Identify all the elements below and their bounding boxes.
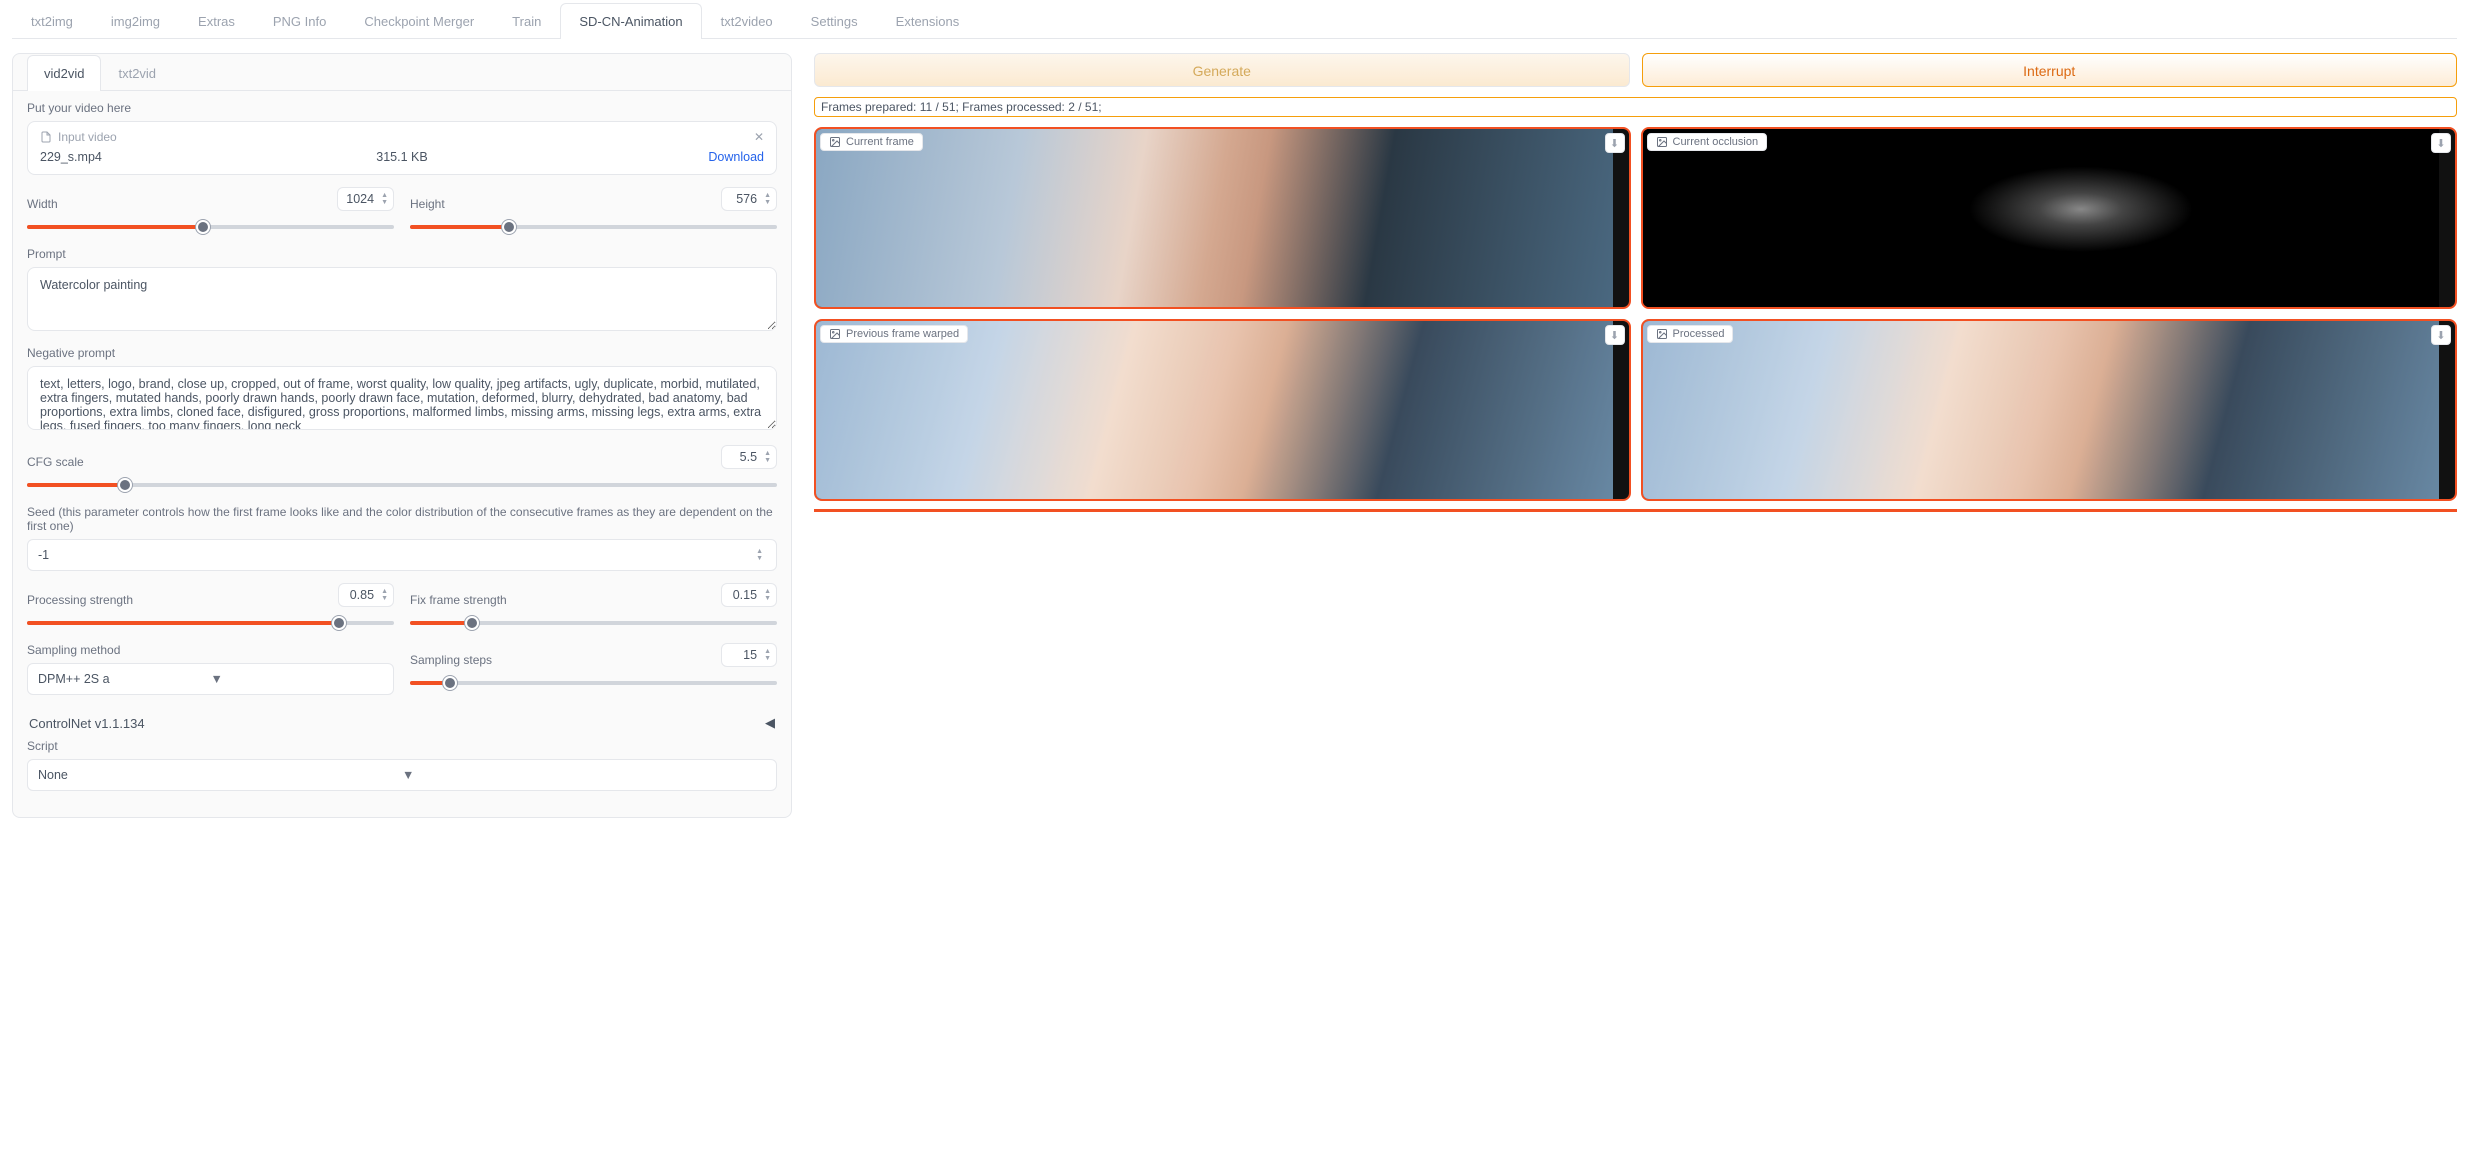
seed-input[interactable]: -1▲▼ (27, 539, 777, 571)
image-icon (1656, 328, 1668, 340)
width-label: Width (27, 197, 58, 211)
tab-pnginfo[interactable]: PNG Info (254, 3, 345, 39)
file-icon (40, 131, 52, 143)
clear-file-button[interactable]: ✕ (754, 130, 764, 144)
steps-label: Sampling steps (410, 653, 492, 667)
chevron-down-icon: ▼ (211, 672, 384, 686)
image-icon (829, 136, 841, 148)
download-link[interactable]: Download (708, 150, 764, 164)
file-input-box[interactable]: Input video ✕ 229_s.mp4 315.1 KB Downloa… (27, 121, 777, 175)
file-size: 315.1 KB (376, 150, 427, 164)
height-input[interactable]: 576▲▼ (721, 187, 777, 211)
upload-label: Put your video here (27, 101, 777, 115)
tab-txt2video[interactable]: txt2video (702, 3, 792, 39)
neg-prompt-label: Negative prompt (27, 346, 777, 360)
interrupt-button[interactable]: Interrupt (1642, 53, 2458, 87)
file-name: 229_s.mp4 (40, 150, 102, 164)
seed-label: Seed (this parameter controls how the fi… (27, 505, 777, 533)
fix-strength-label: Fix frame strength (410, 593, 507, 607)
cfg-slider[interactable] (27, 475, 777, 493)
download-icon[interactable]: ⬇ (1605, 325, 1625, 345)
steps-slider[interactable] (410, 673, 777, 691)
script-select[interactable]: None▼ (27, 759, 777, 791)
spinner-icon[interactable]: ▲▼ (761, 648, 774, 662)
chevron-down-icon: ▼ (402, 768, 766, 782)
spinner-icon[interactable]: ▲▼ (378, 588, 391, 602)
tab-extensions[interactable]: Extensions (877, 3, 979, 39)
image-icon (829, 328, 841, 340)
width-input[interactable]: 1024▲▼ (337, 187, 394, 211)
script-label: Script (27, 739, 777, 753)
previews-grid: Current frame ⬇ Current occlusion ⬇ Prev… (814, 127, 2457, 512)
spinner-icon[interactable]: ▲▼ (761, 588, 774, 602)
download-icon[interactable]: ⬇ (1605, 133, 1625, 153)
spinner-icon[interactable]: ▲▼ (753, 548, 766, 562)
generate-button[interactable]: Generate (814, 53, 1630, 87)
width-slider[interactable] (27, 217, 394, 235)
prompt-label: Prompt (27, 247, 777, 261)
download-icon[interactable]: ⬇ (2431, 133, 2451, 153)
file-box-label: Input video (58, 130, 117, 144)
preview-prev-warped: Previous frame warped ⬇ (814, 319, 1631, 501)
preview-current-frame: Current frame ⬇ (814, 127, 1631, 309)
spinner-icon[interactable]: ▲▼ (761, 192, 774, 206)
subtab-vid2vid[interactable]: vid2vid (27, 55, 101, 91)
tab-sd-cn-animation[interactable]: SD-CN-Animation (560, 3, 701, 39)
image-icon (1656, 136, 1668, 148)
height-slider[interactable] (410, 217, 777, 235)
tab-checkpoint-merger[interactable]: Checkpoint Merger (345, 3, 493, 39)
steps-input[interactable]: 15▲▼ (721, 643, 777, 667)
cfg-label: CFG scale (27, 455, 84, 469)
tab-img2img[interactable]: img2img (92, 3, 179, 39)
proc-strength-input[interactable]: 0.85▲▼ (338, 583, 394, 607)
proc-strength-slider[interactable] (27, 613, 394, 631)
fix-strength-slider[interactable] (410, 613, 777, 631)
cfg-input[interactable]: 5.5▲▼ (721, 445, 777, 469)
left-panel: vid2vid txt2vid Put your video here Inpu… (12, 53, 792, 818)
proc-strength-label: Processing strength (27, 593, 133, 607)
neg-prompt-input[interactable] (27, 366, 777, 430)
triangle-left-icon: ◀ (765, 715, 775, 731)
sampler-select[interactable]: DPM++ 2S a▼ (27, 663, 394, 695)
spinner-icon[interactable]: ▲▼ (761, 450, 774, 464)
fix-strength-input[interactable]: 0.15▲▼ (721, 583, 777, 607)
tab-settings[interactable]: Settings (792, 3, 877, 39)
sampler-label: Sampling method (27, 643, 394, 657)
controlnet-accordion[interactable]: ControlNet v1.1.134 ◀ (13, 707, 791, 739)
preview-processed: Processed ⬇ (1641, 319, 2458, 501)
spinner-icon[interactable]: ▲▼ (378, 192, 391, 206)
tab-extras[interactable]: Extras (179, 3, 254, 39)
preview-current-occlusion: Current occlusion ⬇ (1641, 127, 2458, 309)
main-tabs: txt2img img2img Extras PNG Info Checkpoi… (12, 2, 2457, 39)
subtabs: vid2vid txt2vid (13, 54, 791, 91)
status-text: Frames prepared: 11 / 51; Frames process… (814, 97, 2457, 117)
subtab-txt2vid[interactable]: txt2vid (101, 55, 173, 91)
tab-txt2img[interactable]: txt2img (12, 3, 92, 39)
prompt-input[interactable] (27, 267, 777, 331)
height-label: Height (410, 197, 445, 211)
tab-train[interactable]: Train (493, 3, 560, 39)
download-icon[interactable]: ⬇ (2431, 325, 2451, 345)
